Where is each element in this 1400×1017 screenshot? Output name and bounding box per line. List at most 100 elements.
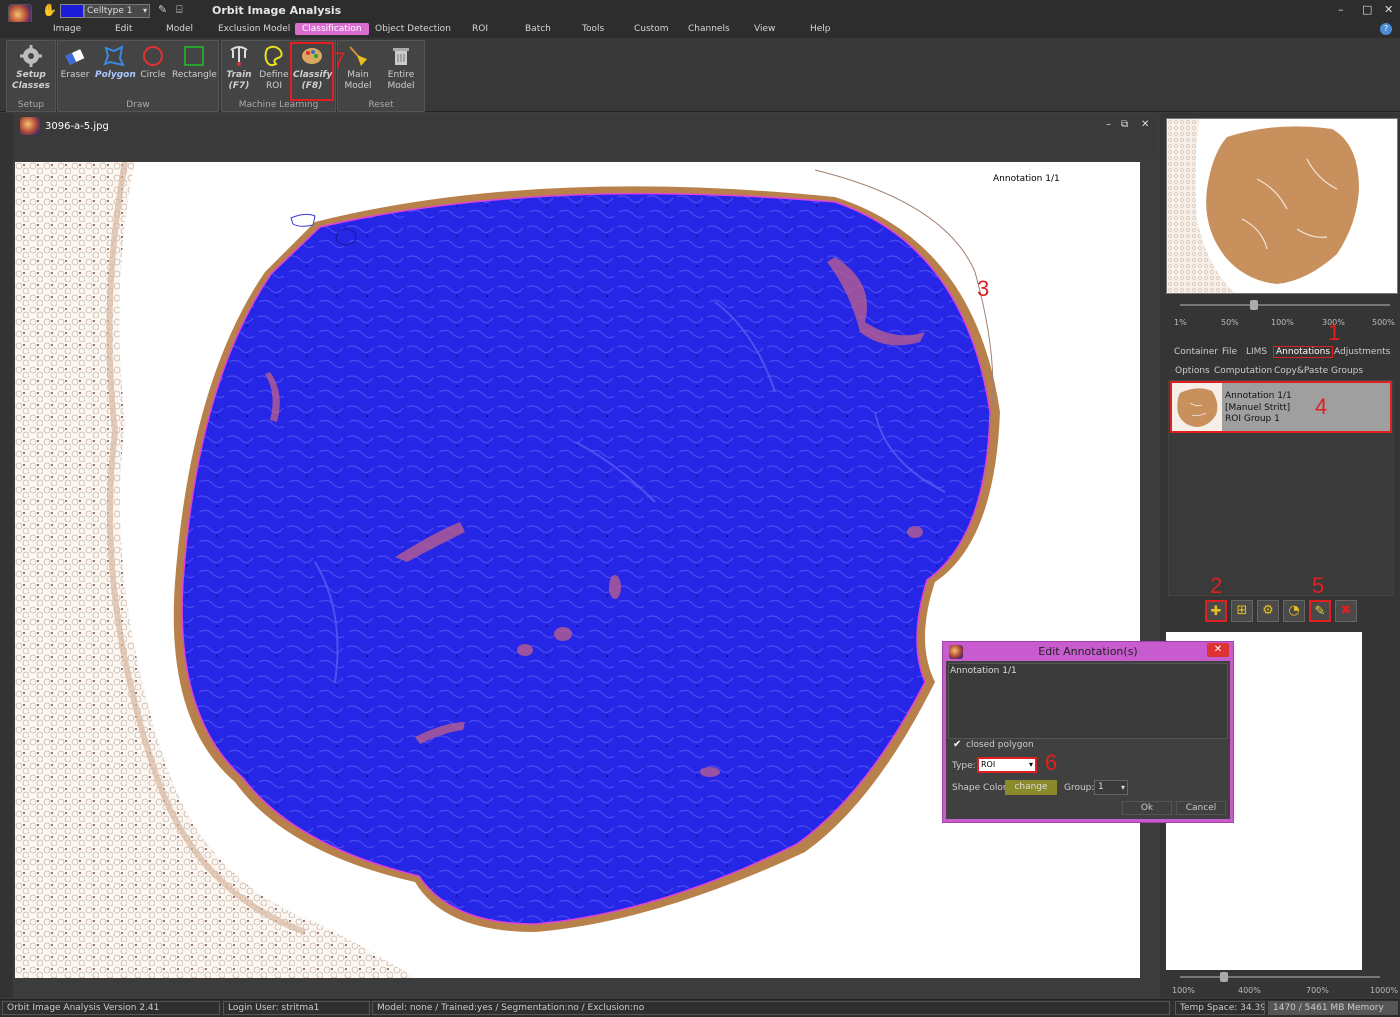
dialog-title: Edit Annotation(s) [1038,645,1138,658]
secondary-zoom-tick: 700% [1306,986,1329,995]
class-selector[interactable]: Celltype 1 ▾ [84,4,150,18]
class-color-swatch [60,4,84,18]
ok-button[interactable]: Ok [1122,801,1172,815]
image-document-icon [20,117,40,135]
classify-highlight-box [290,42,334,101]
annotation-name: Annotation 1/1 [1225,391,1292,401]
doc-minimize-button[interactable]: – [1106,119,1111,130]
polygon-button[interactable]: Polygon [95,44,136,81]
ribbon-group-label: Draw [126,100,150,110]
image-canvas[interactable] [15,162,1140,978]
step-marker-2: 2 [1210,573,1223,598]
tab-lims[interactable]: LIMS [1246,347,1267,357]
menu-channels[interactable]: Channels [688,24,730,34]
eraser-button[interactable]: Eraser [60,44,90,81]
menu-exclusion-model[interactable]: Exclusion Model [218,24,290,34]
close-window-button[interactable]: ✕ [1384,3,1393,16]
maximize-button[interactable]: □ [1362,3,1372,16]
train-label-2: (F7) [228,81,250,91]
status-memory: 1470 / 5461 MB Memory [1268,1001,1398,1015]
delete-annotation-button[interactable]: ✖ [1335,600,1357,622]
menu-roi[interactable]: ROI [472,24,488,34]
dialog-close-button[interactable]: ✕ [1207,643,1229,657]
subtab-options[interactable]: Options [1175,366,1210,376]
status-model: Model: none / Trained:yes / Segmentation… [372,1001,1170,1015]
polygon-label: Polygon [95,70,136,80]
rectangle-button[interactable]: Rectangle [172,44,217,81]
menu-model[interactable]: Model [166,24,193,34]
zoom-slider-thumb[interactable] [1250,300,1258,310]
define-roi-label-2: ROI [266,81,282,91]
hand-tool-icon[interactable]: ✋ [42,3,57,17]
type-select[interactable]: ROI ▾ [977,757,1037,773]
group-button[interactable]: ◔ [1283,600,1305,622]
eraser-label: Eraser [60,70,90,80]
overview-thumbnail[interactable] [1166,118,1398,294]
camera-icon[interactable]: ⌸ [176,3,183,17]
doc-close-button[interactable]: ✕ [1141,119,1149,130]
classes-icon: ⚙ [1262,603,1274,618]
annotation-counter: Annotation 1/1 [993,174,1060,184]
eraser-icon [65,49,85,65]
minimize-button[interactable]: – [1338,3,1344,16]
edit-annotation-button[interactable]: ✎ [1309,600,1331,622]
subtab-copy-paste[interactable]: Copy&Paste [1274,366,1328,376]
cancel-button[interactable]: Cancel [1176,801,1226,815]
subtab-computation[interactable]: Computation [1214,366,1272,376]
tab-container[interactable]: Container [1174,347,1218,357]
title-bar [0,0,1400,22]
setup-classes-button[interactable]: Setup Classes [10,44,52,92]
menu-tools[interactable]: Tools [582,24,604,34]
pipette-icon[interactable]: ✎ [158,3,167,16]
menu-custom[interactable]: Custom [634,24,668,34]
menu-help[interactable]: Help [810,24,831,34]
circle-icon [143,46,163,66]
doc-restore-button[interactable]: ⧉ [1121,119,1128,130]
document-header [13,115,1158,159]
document-title[interactable]: 3096-a-5.jpg [45,121,109,132]
group-icon: ◔ [1288,603,1300,618]
menu-classification[interactable]: Classification [295,23,369,35]
menu-object-detection[interactable]: Object Detection [375,24,451,34]
add-annotation-icon: ✚ [1210,604,1222,619]
annotation-group: ROI Group 1 [1225,414,1280,424]
train-button[interactable]: Train (F7) [224,44,254,92]
circle-button[interactable]: Circle [138,44,168,81]
help-icon[interactable]: ? [1380,23,1392,35]
define-roi-button[interactable]: Define ROI [258,44,290,92]
menu-view[interactable]: View [754,24,775,34]
classes-button[interactable]: ⚙ [1257,600,1279,622]
add-annotation-button[interactable]: ✚ [1205,600,1227,622]
tab-adjustments[interactable]: Adjustments [1334,347,1390,357]
change-color-button[interactable]: change [1005,780,1057,795]
type-label: Type: [952,761,976,771]
tab-file[interactable]: File [1222,347,1237,357]
edit-pencil-icon: ✎ [1314,604,1326,619]
menu-image[interactable]: Image [53,24,81,34]
status-temp-space: Temp Space: 34.39 GB [1175,1001,1265,1015]
new-annotation-button[interactable]: ⊞ [1231,600,1253,622]
train-icon [230,46,248,66]
delete-icon: ✖ [1340,603,1352,618]
main-model-label-2: Model [344,81,372,91]
menu-bar: Image Edit Model Exclusion Model Classif… [0,22,1400,38]
ribbon-group-label: Machine Learning [238,100,319,110]
closed-polygon-checkbox[interactable]: ✔ [953,740,963,750]
main-model-button[interactable]: Main Model [341,44,375,92]
subtab-groups[interactable]: Groups [1331,366,1363,376]
secondary-zoom-track[interactable] [1180,976,1380,978]
zoom-slider-track[interactable] [1180,304,1390,306]
tab-annotations[interactable]: Annotations [1273,346,1334,358]
group-select[interactable]: 1 ▾ [1094,780,1128,795]
trash-icon [393,48,409,65]
setup-classes-label-1: Setup [16,70,46,80]
class-selector-value: Celltype 1 [87,6,133,16]
menu-batch[interactable]: Batch [525,24,551,34]
entire-model-button[interactable]: Entire Model [382,44,420,92]
secondary-zoom-tick: 100% [1172,986,1195,995]
annotation-thumbnail-image [1172,383,1222,431]
secondary-zoom-thumb[interactable] [1220,972,1228,982]
step-marker-1: 1 [1328,320,1341,345]
menu-edit[interactable]: Edit [115,24,132,34]
overview-viewport-frame [1167,293,1398,294]
